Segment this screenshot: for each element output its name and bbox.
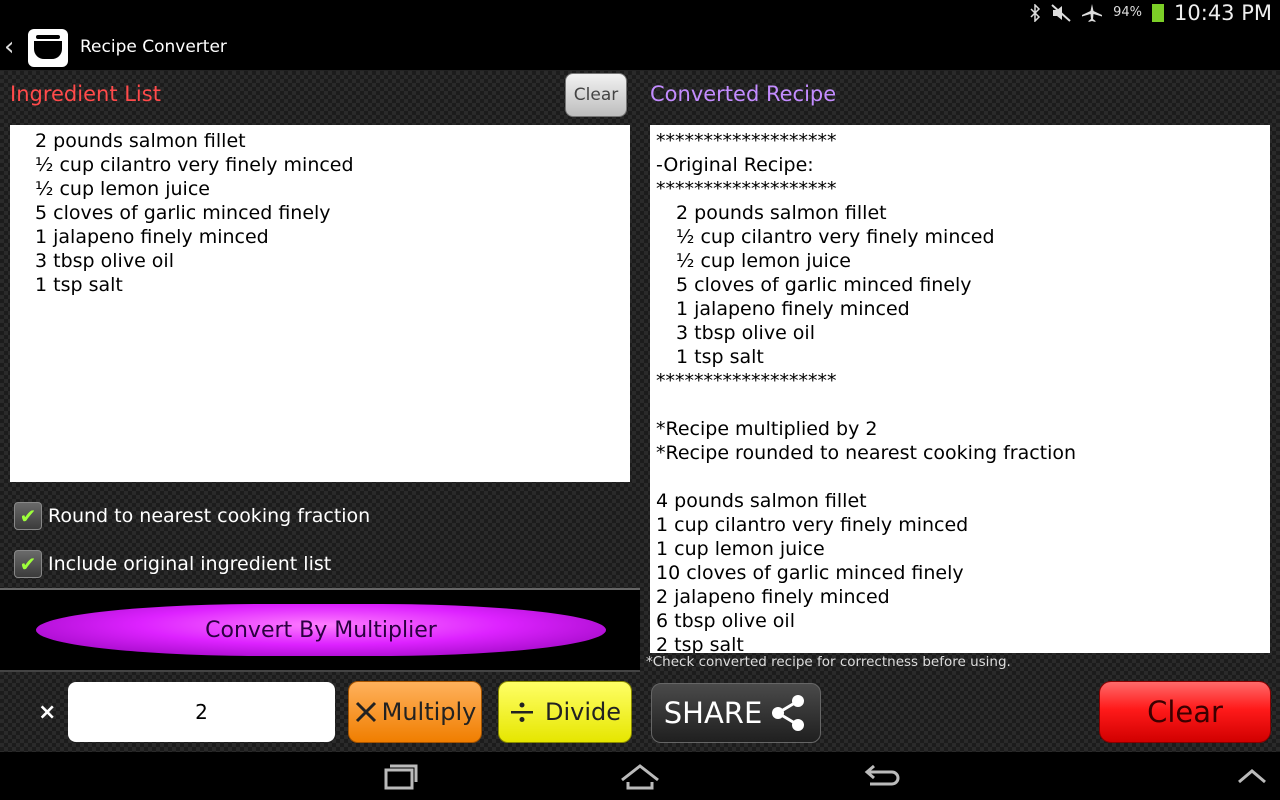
share-icon: [772, 695, 805, 731]
round-fraction-label: Round to nearest cooking fraction: [48, 505, 371, 527]
original-line: ½ cup cilantro very finely minced: [676, 226, 995, 248]
converted-line: 4 pounds salmon fillet: [656, 490, 867, 512]
ingredient-line: ½ cup cilantro very finely minced: [35, 154, 354, 176]
divide-button[interactable]: Divide: [498, 681, 632, 743]
ingredient-list-heading: Ingredient List: [10, 82, 161, 106]
back-chevron-icon[interactable]: ‹: [4, 34, 14, 60]
original-line: 1 jalapeno finely minced: [676, 298, 910, 320]
round-fraction-checkbox[interactable]: ✔: [14, 502, 42, 530]
app-logo-icon[interactable]: [28, 29, 68, 67]
mute-icon: [1051, 3, 1071, 22]
convert-by-multiplier-button[interactable]: Convert By Multiplier: [36, 604, 606, 656]
include-original-option[interactable]: ✔ Include original ingredient list: [14, 550, 331, 578]
multiply-button[interactable]: Multiply: [348, 681, 482, 743]
converted-line: 2 jalapeno finely minced: [656, 586, 890, 608]
original-line: 5 cloves of garlic minced finely: [676, 274, 972, 296]
original-line: ½ cup lemon juice: [676, 250, 851, 272]
clear-converted-button[interactable]: Clear: [1099, 681, 1271, 743]
ingredient-line: 5 cloves of garlic minced finely: [35, 202, 331, 224]
converted-recipe-output[interactable]: ******************* -Original Recipe: **…: [650, 125, 1270, 653]
share-button[interactable]: SHARE: [651, 683, 821, 743]
action-bar: ‹ Recipe Converter: [0, 25, 1280, 71]
clock: 10:43 PM: [1174, 0, 1272, 25]
battery-icon: [1152, 3, 1165, 22]
converted-line: 2 tsp salt: [656, 634, 744, 653]
status-bar: 94% 10:43 PM: [0, 0, 1280, 25]
back-icon[interactable]: [862, 760, 902, 792]
original-recipe-header: -Original Recipe:: [656, 154, 814, 176]
converted-line: 1 cup lemon juice: [656, 538, 825, 560]
ingredient-line: 1 tsp salt: [35, 274, 123, 296]
converted-recipe-heading: Converted Recipe: [650, 82, 837, 106]
recent-apps-icon[interactable]: [380, 760, 420, 792]
convert-area: Convert By Multiplier: [0, 588, 640, 672]
original-line: 2 pounds salmon fillet: [676, 202, 887, 224]
converted-line: 6 tbsp olive oil: [656, 610, 795, 632]
stars-divider: *******************: [656, 178, 837, 200]
stars-divider: *******************: [656, 370, 837, 392]
checkmark-icon: ✔: [19, 504, 37, 528]
ingredient-line: 1 jalapeno finely minced: [35, 226, 269, 248]
multiplier-x-label: ×: [38, 700, 57, 725]
status-icons: 94% 10:43 PM: [1029, 0, 1272, 25]
share-label: SHARE: [663, 696, 763, 730]
bluetooth-icon: [1030, 3, 1041, 22]
ingredient-input[interactable]: 2 pounds salmon fillet ½ cup cilantro ve…: [10, 125, 630, 482]
chevron-up-icon[interactable]: [1236, 766, 1268, 786]
airplane-mode-icon: [1082, 3, 1103, 22]
ingredient-line: 3 tbsp olive oil: [35, 250, 174, 272]
round-fraction-option[interactable]: ✔ Round to nearest cooking fraction: [14, 502, 370, 530]
original-line: 1 tsp salt: [676, 346, 764, 368]
battery-percent: 94%: [1113, 5, 1143, 20]
converted-line: 10 cloves of garlic minced finely: [656, 562, 964, 584]
clear-ingredients-button[interactable]: Clear: [565, 73, 627, 117]
multiplier-input[interactable]: 2: [68, 682, 335, 742]
converted-line: 1 cup cilantro very finely minced: [656, 514, 969, 536]
original-line: 3 tbsp olive oil: [676, 322, 815, 344]
include-original-checkbox[interactable]: ✔: [14, 550, 42, 578]
app-title: Recipe Converter: [80, 37, 227, 57]
multiply-label: Multiply: [381, 698, 477, 726]
times-icon: [355, 701, 376, 723]
navigation-bar: [0, 752, 1280, 800]
correctness-note: *Check converted recipe for correctness …: [646, 654, 1011, 670]
rounded-note: *Recipe rounded to nearest cooking fract…: [656, 442, 1077, 464]
include-original-label: Include original ingredient list: [48, 553, 332, 575]
checkmark-icon: ✔: [19, 552, 37, 576]
stars-divider: *******************: [656, 130, 837, 152]
divide-icon: [510, 702, 533, 722]
divide-label: Divide: [544, 698, 622, 726]
multiplied-note: *Recipe multiplied by 2: [656, 418, 878, 440]
home-icon[interactable]: [618, 760, 662, 792]
ingredient-line: 2 pounds salmon fillet: [35, 130, 246, 152]
ingredient-line: ½ cup lemon juice: [35, 178, 210, 200]
